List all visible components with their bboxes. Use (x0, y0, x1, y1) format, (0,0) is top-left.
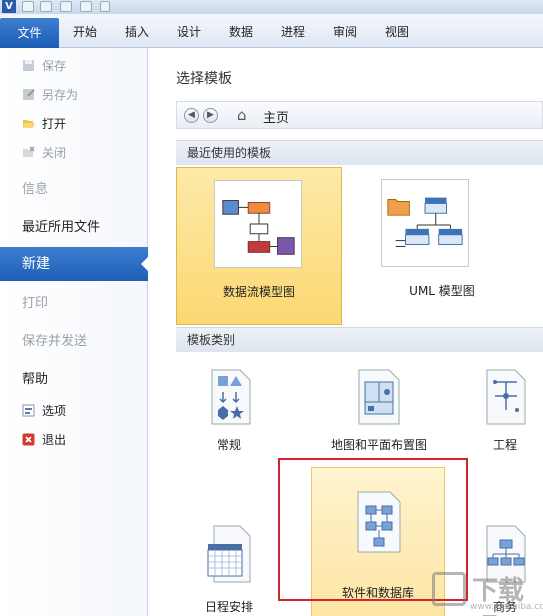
category-schedule[interactable]: 日程安排 (184, 466, 274, 616)
save-icon (23, 60, 34, 71)
ribbon-tabs: 文件 开始 插入 设计 数据 进程 审阅 视图 (0, 14, 543, 48)
nav-exit[interactable]: 退出 (0, 428, 148, 452)
close-file-icon (23, 146, 35, 157)
template-data-flow[interactable]: 数据流模型图 (176, 167, 342, 325)
nav-exit-label: 退出 (42, 433, 67, 447)
nav-info[interactable]: 信息 (22, 178, 48, 197)
watermark-url: www.xiazaiba.com (470, 602, 543, 612)
options-icon (22, 404, 35, 417)
nav-new[interactable]: 新建 (0, 247, 149, 281)
backstage-nav: 保存 另存为 打开 关闭 信息 最近所用文件 新建 打印 保存并发送 帮助 选项… (0, 48, 149, 616)
engineering-icon (486, 369, 526, 425)
nav-print[interactable]: 打印 (22, 292, 48, 311)
forward-arrow-icon[interactable]: ▶ (203, 108, 218, 123)
nav-options-label: 选项 (42, 404, 67, 418)
nav-options[interactable]: 选项 (0, 399, 148, 423)
category-caption: 常规 (216, 438, 241, 452)
nav-save-label: 保存 (42, 59, 67, 73)
floor-plan-icon (358, 369, 400, 425)
general-shapes-icon (211, 369, 251, 425)
category-caption: 日程安排 (204, 600, 253, 614)
data-flow-diagram-icon (214, 180, 302, 268)
tab-process[interactable]: 进程 (281, 23, 305, 40)
nav-save[interactable]: 保存 (0, 54, 148, 78)
page-title: 选择模板 (176, 71, 232, 87)
tab-view[interactable]: 视图 (385, 23, 409, 40)
breadcrumb: ◀ ▶ ⌂ 主页 (176, 101, 543, 129)
category-general[interactable]: 常规 (184, 362, 274, 462)
nav-save-as[interactable]: 另存为 (0, 83, 148, 107)
watermark-logo-icon (432, 572, 466, 606)
tab-home[interactable]: 开始 (73, 23, 97, 40)
tab-review[interactable]: 审阅 (333, 23, 357, 40)
category-maps-floorplans[interactable]: 地图和平面布置图 (319, 362, 439, 462)
watermark: 下载吧 www.xiazaiba.com (432, 568, 543, 616)
template-caption: 数据流模型图 (222, 285, 295, 299)
nav-save-send[interactable]: 保存并发送 (22, 330, 87, 349)
home-icon[interactable]: ⌂ (237, 107, 247, 123)
back-arrow-icon[interactable]: ◀ (184, 108, 199, 123)
customize-qa-icon[interactable] (100, 1, 110, 12)
category-engineering[interactable]: 工程 (467, 362, 543, 462)
template-category-header: 模板类别 (176, 327, 543, 352)
quick-save-icon[interactable] (22, 1, 34, 12)
visio-logo-icon: V (2, 0, 16, 13)
title-bar: V (0, 0, 543, 14)
recent-templates-header: 最近使用的模板 (176, 140, 543, 165)
calendar-icon (207, 525, 251, 583)
nav-close-label: 关闭 (42, 146, 67, 160)
uml-diagram-icon (381, 179, 469, 267)
nav-close[interactable]: 关闭 (0, 141, 148, 165)
folder-open-icon (23, 120, 35, 128)
redo-icon[interactable] (60, 1, 72, 12)
category-caption: 工程 (492, 438, 517, 452)
tab-file[interactable]: 文件 (0, 18, 59, 48)
breadcrumb-home[interactable]: 主页 (263, 107, 289, 126)
repeat-icon[interactable] (80, 1, 92, 12)
category-caption: 地图和平面布置图 (330, 438, 427, 452)
save-as-icon (23, 89, 35, 100)
tab-insert[interactable]: 插入 (125, 23, 149, 40)
undo-icon[interactable] (40, 1, 52, 12)
nav-open[interactable]: 打开 (0, 112, 148, 136)
exit-icon (22, 433, 35, 446)
nav-help[interactable]: 帮助 (22, 368, 48, 387)
nav-save-as-label: 另存为 (42, 88, 79, 102)
tab-design[interactable]: 设计 (177, 23, 201, 40)
template-caption: UML 模型图 (409, 284, 475, 298)
nav-recent[interactable]: 最近所用文件 (22, 216, 100, 235)
tab-data[interactable]: 数据 (229, 23, 253, 40)
nav-open-label: 打开 (42, 117, 67, 131)
template-uml[interactable]: UML 模型图 (359, 167, 525, 325)
